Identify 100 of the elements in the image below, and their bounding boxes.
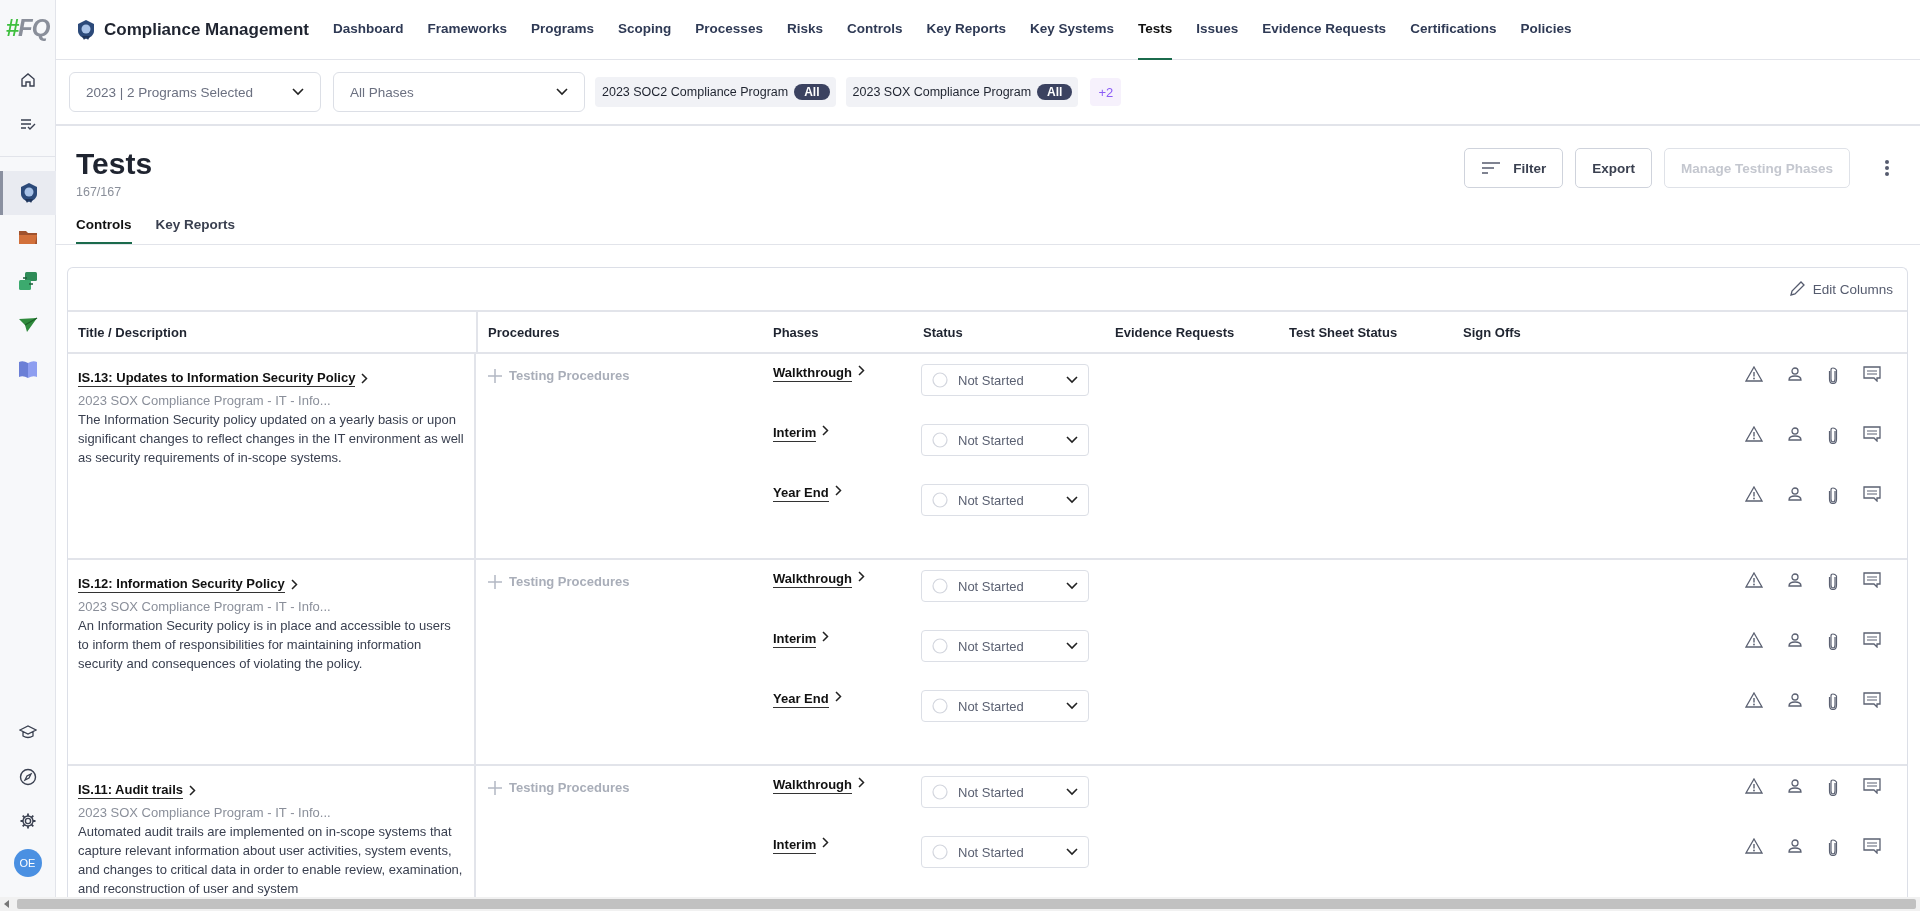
nav-tab[interactable]: Tests bbox=[1138, 0, 1173, 60]
phase-link[interactable]: Interim bbox=[773, 425, 817, 442]
warning-icon[interactable] bbox=[1745, 486, 1763, 502]
person-icon[interactable] bbox=[1787, 572, 1803, 588]
action-button[interactable]: Export bbox=[1575, 148, 1652, 188]
person-icon[interactable] bbox=[1787, 692, 1803, 708]
phase-link[interactable]: Walkthrough bbox=[773, 365, 852, 382]
paperclip-icon[interactable] bbox=[1827, 632, 1839, 650]
graduation-cap-icon bbox=[18, 725, 37, 741]
edit-columns-button[interactable]: Edit Columns bbox=[1788, 281, 1893, 297]
nav-tab[interactable]: Policies bbox=[1520, 0, 1572, 60]
phase-badge: All bbox=[794, 84, 830, 100]
nav-tab[interactable]: Programs bbox=[531, 0, 595, 60]
status-dropdown[interactable]: Not Started bbox=[921, 484, 1089, 516]
chevron-down-icon bbox=[1066, 848, 1078, 856]
comment-icon[interactable] bbox=[1863, 778, 1881, 794]
warning-icon[interactable] bbox=[1745, 632, 1763, 648]
chevron-right-icon bbox=[189, 785, 196, 796]
program-chip[interactable]: 2023 SOC2 Compliance Program All bbox=[595, 77, 836, 107]
nav-tab[interactable]: Dashboard bbox=[333, 0, 404, 60]
empty-circle-icon bbox=[932, 432, 948, 448]
empty-circle-icon bbox=[932, 578, 948, 594]
nav-tab[interactable]: Scoping bbox=[618, 0, 672, 60]
chevron-right-icon bbox=[834, 691, 842, 702]
filter-button[interactable]: Filter bbox=[1464, 148, 1564, 188]
program-path: 2023 SOX Compliance Program - IT - Info... bbox=[78, 805, 332, 820]
control-description: An Information Security policy is in place and accessible to users to inform them of responsibilities for maintaining information security and consequences of violating the policy. bbox=[78, 617, 452, 673]
comment-icon[interactable] bbox=[1863, 426, 1881, 442]
nav-tab[interactable]: Controls bbox=[846, 0, 903, 60]
scroll-left-arrow-icon[interactable] bbox=[3, 900, 11, 908]
person-icon[interactable] bbox=[1787, 838, 1803, 854]
program-select[interactable]: 2023 | 2 Programs Selected bbox=[69, 72, 321, 112]
warning-icon[interactable] bbox=[1745, 572, 1763, 588]
comment-icon[interactable] bbox=[1863, 692, 1881, 708]
nav-tab[interactable]: Evidence Requests bbox=[1262, 0, 1387, 60]
view-tab[interactable]: Controls bbox=[76, 217, 132, 244]
control-link[interactable]: IS.12: Information Security Policy bbox=[78, 576, 285, 593]
plus-icon bbox=[488, 574, 502, 589]
chevron-right-icon bbox=[857, 777, 865, 788]
person-icon[interactable] bbox=[1787, 426, 1803, 442]
empty-circle-icon bbox=[932, 638, 948, 654]
comment-icon[interactable] bbox=[1863, 366, 1881, 382]
phase-link[interactable]: Year End bbox=[773, 691, 829, 708]
view-tab[interactable]: Key Reports bbox=[155, 217, 236, 244]
warning-icon[interactable] bbox=[1745, 838, 1763, 854]
control-link[interactable]: IS.11: Audit trails bbox=[78, 782, 183, 799]
status-dropdown[interactable]: Not Started bbox=[921, 630, 1089, 662]
paperclip-icon[interactable] bbox=[1827, 426, 1839, 444]
nav-tab[interactable]: Certifications bbox=[1410, 0, 1497, 60]
phase-link[interactable]: Interim bbox=[773, 837, 817, 854]
warning-icon[interactable] bbox=[1745, 426, 1763, 442]
comment-icon[interactable] bbox=[1863, 838, 1881, 854]
person-icon[interactable] bbox=[1787, 632, 1803, 648]
paperclip-icon[interactable] bbox=[1827, 778, 1839, 796]
folder-icon bbox=[17, 228, 38, 246]
phase-link[interactable]: Year End bbox=[773, 485, 829, 502]
person-icon[interactable] bbox=[1787, 778, 1803, 794]
column-header: Sign Offs bbox=[1463, 324, 1522, 340]
chevron-down-icon bbox=[1066, 436, 1078, 444]
more-options-icon[interactable] bbox=[1884, 159, 1890, 177]
horizontal-scrollbar[interactable] bbox=[0, 897, 1920, 911]
phase-link[interactable]: Walkthrough bbox=[773, 777, 852, 794]
phase-link[interactable]: Walkthrough bbox=[773, 571, 852, 588]
warning-icon[interactable] bbox=[1745, 692, 1763, 708]
nav-tab[interactable]: Processes bbox=[695, 0, 763, 60]
comment-icon[interactable] bbox=[1863, 632, 1881, 648]
status-dropdown[interactable]: Not Started bbox=[921, 836, 1089, 868]
nav-tab[interactable]: Issues bbox=[1196, 0, 1239, 60]
status-dropdown[interactable]: Not Started bbox=[921, 424, 1089, 456]
status-dropdown[interactable]: Not Started bbox=[921, 776, 1089, 808]
warning-icon[interactable] bbox=[1745, 366, 1763, 382]
paperclip-icon[interactable] bbox=[1827, 486, 1839, 504]
phase-select[interactable]: All Phases bbox=[333, 72, 585, 112]
compass-icon bbox=[18, 768, 37, 786]
nav-tab[interactable]: Key Systems bbox=[1029, 0, 1115, 60]
person-icon[interactable] bbox=[1787, 366, 1803, 382]
empty-circle-icon bbox=[932, 844, 948, 860]
phase-link[interactable]: Interim bbox=[773, 631, 817, 648]
paperclip-icon[interactable] bbox=[1827, 572, 1839, 590]
chevron-down-icon bbox=[292, 88, 304, 96]
warning-icon[interactable] bbox=[1745, 778, 1763, 794]
plus-icon bbox=[488, 780, 502, 795]
nav-tab[interactable]: Risks bbox=[786, 0, 823, 60]
chevron-right-icon bbox=[822, 631, 830, 642]
control-link[interactable]: IS.13: Updates to Information Security Policy bbox=[78, 370, 356, 387]
nav-tab[interactable]: Frameworks bbox=[427, 0, 508, 60]
scrollbar-thumb[interactable] bbox=[17, 899, 1916, 909]
nav-tab[interactable]: Key Reports bbox=[926, 0, 1006, 60]
more-chips-button[interactable]: +2 bbox=[1090, 78, 1122, 106]
program-chip[interactable]: 2023 SOX Compliance Program All bbox=[845, 77, 1079, 107]
app-switcher-item[interactable] bbox=[0, 171, 56, 215]
status-dropdown[interactable]: Not Started bbox=[921, 690, 1089, 722]
paperclip-icon[interactable] bbox=[1827, 366, 1839, 384]
status-dropdown[interactable]: Not Started bbox=[921, 570, 1089, 602]
status-dropdown[interactable]: Not Started bbox=[921, 364, 1089, 396]
comment-icon[interactable] bbox=[1863, 572, 1881, 588]
person-icon[interactable] bbox=[1787, 486, 1803, 502]
paperclip-icon[interactable] bbox=[1827, 692, 1839, 710]
paperclip-icon[interactable] bbox=[1827, 838, 1839, 856]
comment-icon[interactable] bbox=[1863, 486, 1881, 502]
